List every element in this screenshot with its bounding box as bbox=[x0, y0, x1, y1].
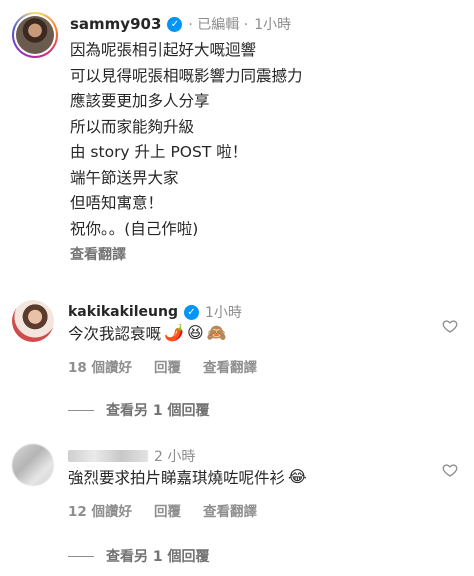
comment-body: 今次我認衰嘅 bbox=[68, 325, 162, 343]
comments-page: sammy903 ✓ · 已編輯 · 1小時 因為呢張相引起好大嘅迴響 可以見得… bbox=[0, 0, 474, 576]
post-author-username[interactable]: sammy903 bbox=[70, 15, 161, 33]
view-replies-label: 查看另 1 個回覆 bbox=[106, 549, 210, 565]
comment-username[interactable]: kakikakileung bbox=[68, 304, 178, 320]
comment-actions: 12 個讚好 回覆 查看翻譯 bbox=[68, 500, 257, 520]
verified-badge-icon: ✓ bbox=[167, 16, 183, 32]
divider-line bbox=[68, 409, 94, 411]
avatar[interactable] bbox=[12, 444, 54, 486]
likes-count[interactable]: 12 個讚好 bbox=[68, 500, 132, 520]
edited-label: · 已編輯 · bbox=[188, 17, 249, 33]
translate-link[interactable]: 查看翻譯 bbox=[203, 356, 257, 376]
caption-line: 可以見得呢張相嘅影響力同震撼力 bbox=[70, 66, 303, 85]
chili-emoji-icon: 🌶️ bbox=[164, 323, 184, 342]
heart-outline-icon[interactable] bbox=[442, 318, 458, 334]
translate-link[interactable]: 查看翻譯 bbox=[203, 500, 257, 520]
caption-line: 端午節送畀大家 bbox=[70, 168, 179, 187]
likes-count[interactable]: 18 個讚好 bbox=[68, 356, 132, 376]
caption-line: 應該要更加多人分享 bbox=[70, 92, 210, 110]
comment-time: 1小時 bbox=[204, 305, 242, 321]
caption-line: 但唔知寓意！ bbox=[70, 194, 164, 212]
tears-of-joy-emoji-icon: 😂 bbox=[288, 467, 307, 486]
verified-badge-icon: ✓ bbox=[183, 304, 199, 320]
comment-time: 2 小時 bbox=[154, 449, 196, 465]
comment-header: kakikakileung ✓ 1小時 bbox=[68, 302, 242, 322]
caption-line: 因為呢張相引起好大嘅迴響 bbox=[70, 41, 257, 59]
divider-line bbox=[68, 555, 94, 557]
reply-button[interactable]: 回覆 bbox=[154, 500, 181, 520]
comment-actions: 18 個讚好 回覆 查看翻譯 bbox=[68, 356, 257, 376]
blurred-username[interactable] bbox=[68, 450, 148, 462]
caption-text: 因為呢張相引起好大嘅迴響 可以見得呢張相嘅影響力同震撼力 應該要更加多人分享 所… bbox=[70, 38, 303, 242]
post-author-avatar[interactable] bbox=[12, 12, 58, 58]
laughing-emoji-icon: 😆 bbox=[186, 323, 204, 342]
caption-line: 由 story 升上 POST 啦！ bbox=[70, 143, 248, 161]
view-replies-label: 查看另 1 個回覆 bbox=[106, 403, 210, 419]
comment-body: 強烈要求拍片睇嘉琪燒咗呢件衫 bbox=[68, 469, 286, 487]
view-replies-button[interactable]: 查看另 1 個回覆 bbox=[68, 546, 210, 566]
comment-header: 2 小時 bbox=[68, 446, 195, 466]
comment-text: 強烈要求拍片睇嘉琪燒咗呢件衫 😂 bbox=[68, 466, 307, 488]
caption-line: 所以而家能夠升級 bbox=[70, 117, 195, 136]
post-time: 1小時 bbox=[254, 17, 292, 33]
see-no-evil-monkey-emoji-icon: 🙈 bbox=[206, 323, 227, 342]
caption-line: 祝你。。(自己作啦) bbox=[70, 219, 199, 238]
post-caption-header: sammy903 ✓ · 已編輯 · 1小時 bbox=[70, 14, 291, 34]
comment-text: 今次我認衰嘅 🌶️ 😆 🙈 bbox=[68, 322, 227, 344]
caption-translate-link[interactable]: 查看翻譯 bbox=[70, 244, 126, 264]
heart-outline-icon[interactable] bbox=[442, 462, 458, 478]
reply-button[interactable]: 回覆 bbox=[154, 356, 181, 376]
avatar[interactable] bbox=[12, 300, 54, 342]
view-replies-button[interactable]: 查看另 1 個回覆 bbox=[68, 400, 210, 420]
